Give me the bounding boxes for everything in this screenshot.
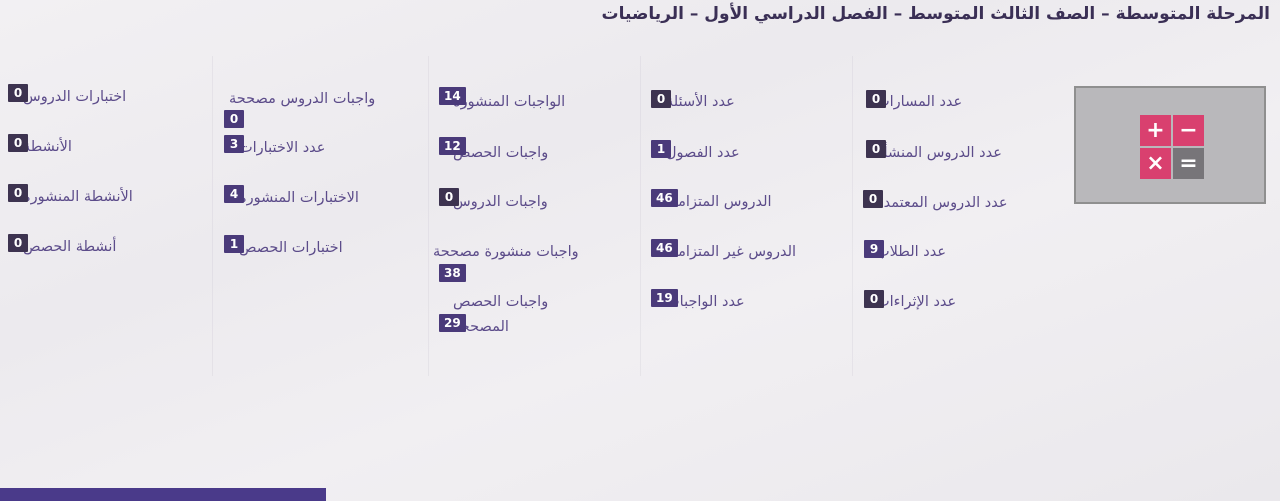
column-divider [640,56,641,376]
column-divider [428,56,429,376]
stat-lesson-homeworks-label: واجبات الدروس [453,194,548,210]
stat-students-badge: 9 [864,240,884,258]
stat-lesson-corrected-badge: 0 [224,110,244,128]
stat-activities-label: الأنشطة [23,139,72,155]
stat-sync-lessons-badge: 46 [651,189,678,207]
stat-published-activities-label: الأنشطة المنشورة [23,189,133,205]
stat-classes-label: عدد الفصول [666,145,740,161]
stat-paths-badge: 0 [866,90,886,108]
stat-published-corrected-label: واجبات منشورة مصححة [433,244,579,260]
stat-enrichments-badge: 0 [864,290,884,308]
footer-bar [0,488,326,501]
stat-published-exams-label: الاختبارات المنشورة [239,190,359,206]
stat-published-activities-badge: 0 [8,184,28,202]
stat-approved-lessons-label: عدد الدروس المعتمدة [876,195,1008,211]
stat-activities-badge: 0 [8,134,28,152]
stat-session-exams-label: اختبارات الحصص [239,240,343,256]
stat-session-corrected-label: واجبات الحصص [453,294,549,310]
stat-async-lessons-label: الدروس غير المتزامنة [666,244,797,260]
stat-sync-lessons-label: الدروس المتزامنة [666,194,772,210]
stat-session-exams-badge: 1 [224,235,244,253]
stat-published-corrected-badge: 38 [439,264,466,282]
plus-icon: + [1140,115,1171,146]
stat-students-label: عدد الطلاب [876,244,946,260]
subject-card[interactable]: + − × = [1074,86,1266,204]
stat-exams-label: عدد الاختبارات [239,140,326,156]
stat-approved-lessons-badge: 0 [863,190,883,208]
stat-session-homeworks-label: واجبات الحصص [453,145,549,161]
stat-async-lessons-badge: 46 [651,239,678,257]
stat-homeworks-badge: 19 [651,289,678,307]
stat-exams-badge: 3 [224,135,244,153]
stat-session-homeworks-badge: 12 [439,137,466,155]
stat-questions-label: عدد الأسئلة [666,94,735,110]
stat-session-activities-label: أنشطة الحصص [23,239,117,255]
equals-icon: = [1173,148,1204,179]
times-icon: × [1140,148,1171,179]
stat-lesson-homeworks-badge: 0 [439,188,459,206]
column-divider [852,56,853,376]
stat-lesson-exams-label: اختبارات الدروس [23,89,127,105]
stat-lesson-corrected-label: واجبات الدروس مصححة [229,91,376,107]
stat-classes-badge: 1 [651,140,671,158]
stat-paths-label: عدد المسارات [876,94,963,110]
stat-published-homeworks-badge: 14 [439,87,466,105]
column-divider [212,56,213,376]
stat-created-lessons-badge: 0 [866,140,886,158]
stat-lesson-exams-badge: 0 [8,84,28,102]
stat-session-corrected-badge: 29 [439,314,466,332]
stat-session-corrected-label2: المصححة [453,319,509,335]
page-title: المرحلة المتوسطة – الصف الثالث المتوسط –… [601,4,1270,24]
stat-homeworks-label: عدد الواجبات [666,294,745,310]
minus-icon: − [1173,115,1204,146]
stat-enrichments-label: عدد الإثراءات [876,294,957,310]
stat-session-activities-badge: 0 [8,234,28,252]
stat-created-lessons-label: عدد الدروس المنشأة [876,145,1002,161]
stat-published-homeworks-label: الواجبات المنشورة [453,94,566,110]
calculator-icon: + − × = [1140,115,1204,179]
stat-questions-badge: 0 [651,90,671,108]
stat-published-exams-badge: 4 [224,185,244,203]
